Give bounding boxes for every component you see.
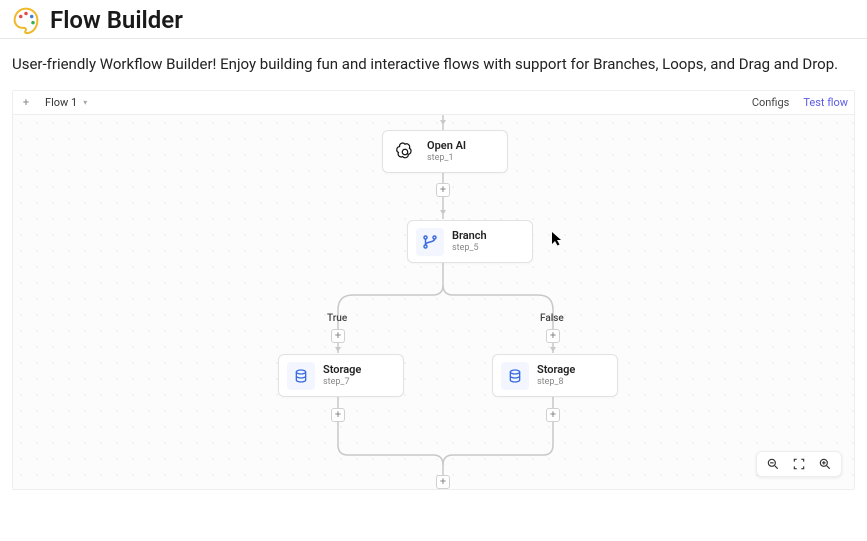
app-tagline: User-friendly Workflow Builder! Enjoy bu… — [0, 39, 867, 90]
node-storage-left[interactable]: Storage step_7 — [278, 354, 404, 397]
add-step-button[interactable]: + — [546, 329, 560, 343]
arrow-down-icon — [438, 120, 448, 130]
add-step-button[interactable]: + — [331, 408, 345, 422]
zoom-controls — [756, 451, 842, 477]
add-step-button[interactable]: + — [436, 475, 450, 489]
add-flow-button[interactable]: + — [19, 96, 33, 109]
node-subtitle: step_1 — [427, 153, 466, 163]
app-title: Flow Builder — [50, 6, 183, 34]
add-step-button[interactable]: + — [546, 408, 560, 422]
zoom-out-button[interactable] — [765, 456, 781, 472]
storage-icon — [287, 362, 315, 390]
cursor-icon — [552, 231, 564, 250]
node-storage-right[interactable]: Storage step_8 — [492, 354, 618, 397]
node-title: Branch — [452, 230, 487, 243]
zoom-in-button[interactable] — [817, 456, 833, 472]
palette-logo-icon — [12, 6, 40, 34]
storage-icon — [501, 362, 529, 390]
node-subtitle: step_7 — [323, 377, 361, 387]
branch-false-label: False — [540, 313, 564, 324]
app-header: Flow Builder — [0, 0, 867, 39]
node-subtitle: step_8 — [537, 377, 575, 387]
node-title: Storage — [537, 364, 575, 377]
configs-button[interactable]: Configs — [752, 96, 789, 109]
test-flow-button[interactable]: Test flow — [803, 96, 848, 109]
tab-flow-1[interactable]: Flow 1 — [45, 96, 77, 109]
flow-canvas[interactable]: Open AI step_1 + Branch step_5 — [13, 115, 854, 489]
fit-view-button[interactable] — [791, 456, 807, 472]
node-subtitle: step_5 — [452, 243, 487, 253]
branch-icon — [416, 228, 444, 256]
tab-menu-button[interactable]: ▾ — [83, 98, 87, 107]
arrow-down-icon — [438, 210, 448, 220]
node-title: Open AI — [427, 140, 466, 153]
add-step-button[interactable]: + — [331, 329, 345, 343]
flow-panel: + Flow 1 ▾ Configs Test flow — [12, 90, 855, 490]
node-branch[interactable]: Branch step_5 — [407, 220, 533, 263]
openai-icon — [391, 138, 419, 166]
add-step-button[interactable]: + — [436, 183, 450, 197]
branch-true-label: True — [327, 313, 347, 324]
node-title: Storage — [323, 364, 361, 377]
flow-toolbar: + Flow 1 ▾ Configs Test flow — [13, 91, 854, 115]
node-openai[interactable]: Open AI step_1 — [382, 130, 508, 173]
